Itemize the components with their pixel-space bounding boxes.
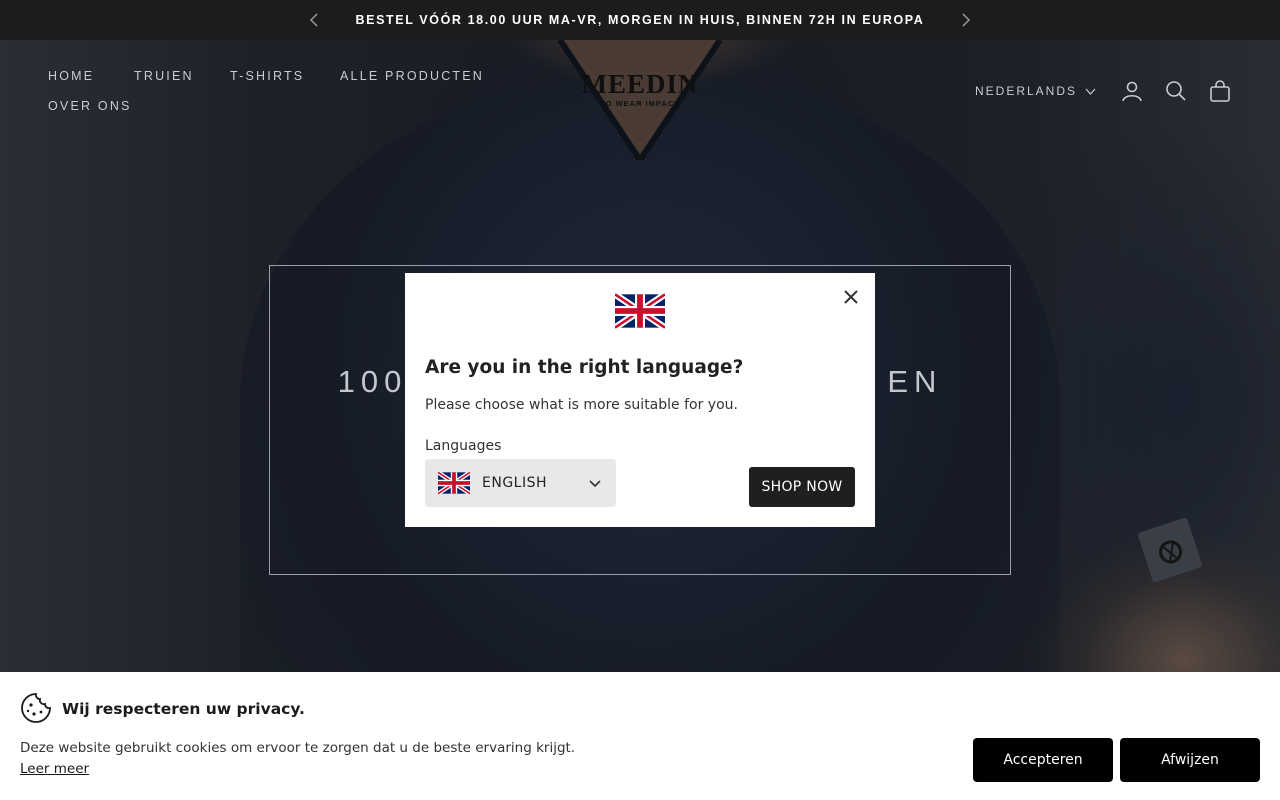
logo-mark: MEEDIN (581, 69, 699, 99)
cookie-description: Deze website gebruikt cookies om ervoor … (20, 740, 576, 756)
reject-cookies-button[interactable]: Afwijzen (1120, 738, 1260, 782)
close-icon[interactable] (841, 287, 861, 307)
cart-icon[interactable] (1208, 79, 1232, 103)
brand-logo[interactable]: MEEDIN TO WEAR IMPACT (575, 70, 705, 112)
logo-tagline: TO WEAR IMPACT (600, 99, 680, 108)
accept-cookies-button[interactable]: Accepteren (973, 738, 1113, 782)
language-select[interactable]: ENGLISH (425, 459, 616, 507)
chevron-down-icon (1085, 88, 1096, 95)
chevron-right-icon[interactable] (956, 10, 976, 30)
hero-title-visible-start: 100 (337, 364, 408, 399)
cookie-banner: Wij respecteren uw privacy. Deze website… (0, 672, 1280, 800)
language-modal: Are you in the right language? Please ch… (405, 273, 875, 527)
announcement-bar: BESTEL VÓÓR 18.00 UUR MA-VR, MORGEN IN H… (0, 0, 1280, 40)
language-switcher[interactable]: NEDERLANDS (975, 84, 1096, 98)
language-switcher-label: NEDERLANDS (975, 84, 1078, 98)
nav-over-ons[interactable]: OVER ONS (48, 99, 132, 113)
hero-title-visible-end: EN (887, 364, 943, 399)
learn-more-link[interactable]: Leer meer (20, 761, 89, 777)
search-icon[interactable] (1164, 79, 1188, 103)
shop-now-button[interactable]: SHOP NOW (749, 467, 855, 507)
uk-flag-icon (615, 293, 665, 329)
announcement-text: BESTEL VÓÓR 18.00 UUR MA-VR, MORGEN IN H… (355, 13, 925, 27)
uk-flag-icon (438, 471, 470, 495)
selected-language: ENGLISH (482, 475, 548, 491)
nav-home[interactable]: HOME (48, 69, 94, 83)
modal-description: Please choose what is more suitable for … (425, 397, 738, 413)
chevron-down-icon (589, 480, 601, 488)
nav-alle-producten[interactable]: ALLE PRODUCTEN (340, 69, 484, 83)
modal-title: Are you in the right language? (425, 357, 744, 378)
languages-label: Languages (425, 438, 502, 454)
cookie-icon (21, 693, 51, 723)
nav-truien[interactable]: TRUIEN (134, 69, 194, 83)
account-icon[interactable] (1120, 79, 1144, 103)
nav-t-shirts[interactable]: T-SHIRTS (230, 69, 304, 83)
cookie-title: Wij respecteren uw privacy. (62, 700, 305, 718)
